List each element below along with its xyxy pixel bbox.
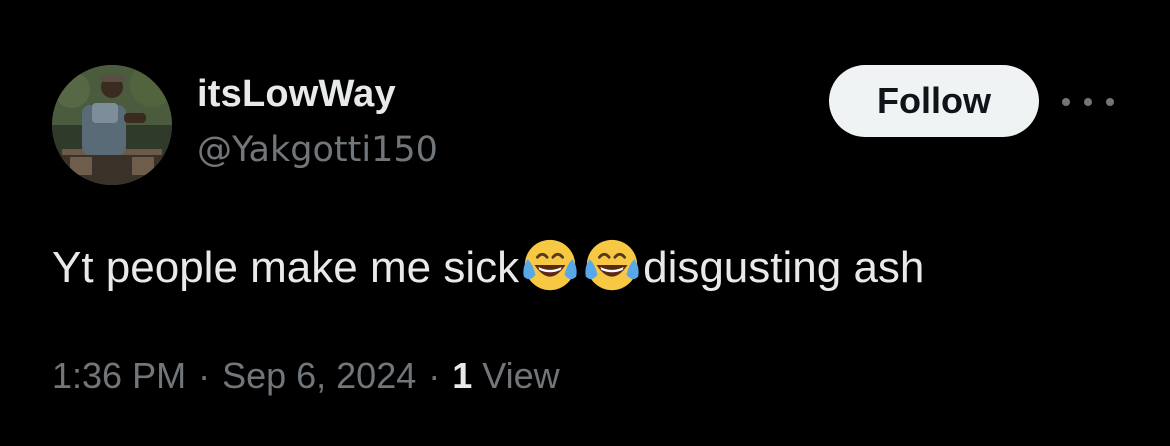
follow-button[interactable]: Follow [829,65,1039,137]
author-display-name[interactable]: itsLowWay [197,72,438,116]
tweet-text: Yt people make me sick disgusting ash [52,234,924,298]
meta-separator: · [198,355,211,396]
more-dot [1062,98,1070,106]
tweet-date[interactable]: Sep 6, 2024 [222,355,416,396]
more-dot [1084,98,1092,106]
tweet-card: itsLowWay @Yakgotti150 Follow Yt people … [0,0,1170,446]
author-info: itsLowWay @Yakgotti150 [197,72,438,170]
tweet-text-part2: disgusting ash [643,243,925,292]
avatar[interactable] [52,65,172,185]
face-with-tears-of-joy-icon [523,239,577,291]
views-label: View [482,355,560,396]
tweet-time[interactable]: 1:36 PM [52,355,186,396]
views-count: 1 [452,355,473,396]
meta-separator: · [428,355,441,396]
more-options-icon[interactable] [1062,88,1114,116]
avatar-image [52,65,172,185]
face-with-tears-of-joy-icon [585,239,639,291]
more-dot [1106,98,1114,106]
tweet-meta: 1:36 PM · Sep 6, 2024 · 1 View [52,352,560,400]
author-handle[interactable]: @Yakgotti150 [197,130,438,170]
tweet-text-part1: Yt people make me sick [52,243,520,292]
